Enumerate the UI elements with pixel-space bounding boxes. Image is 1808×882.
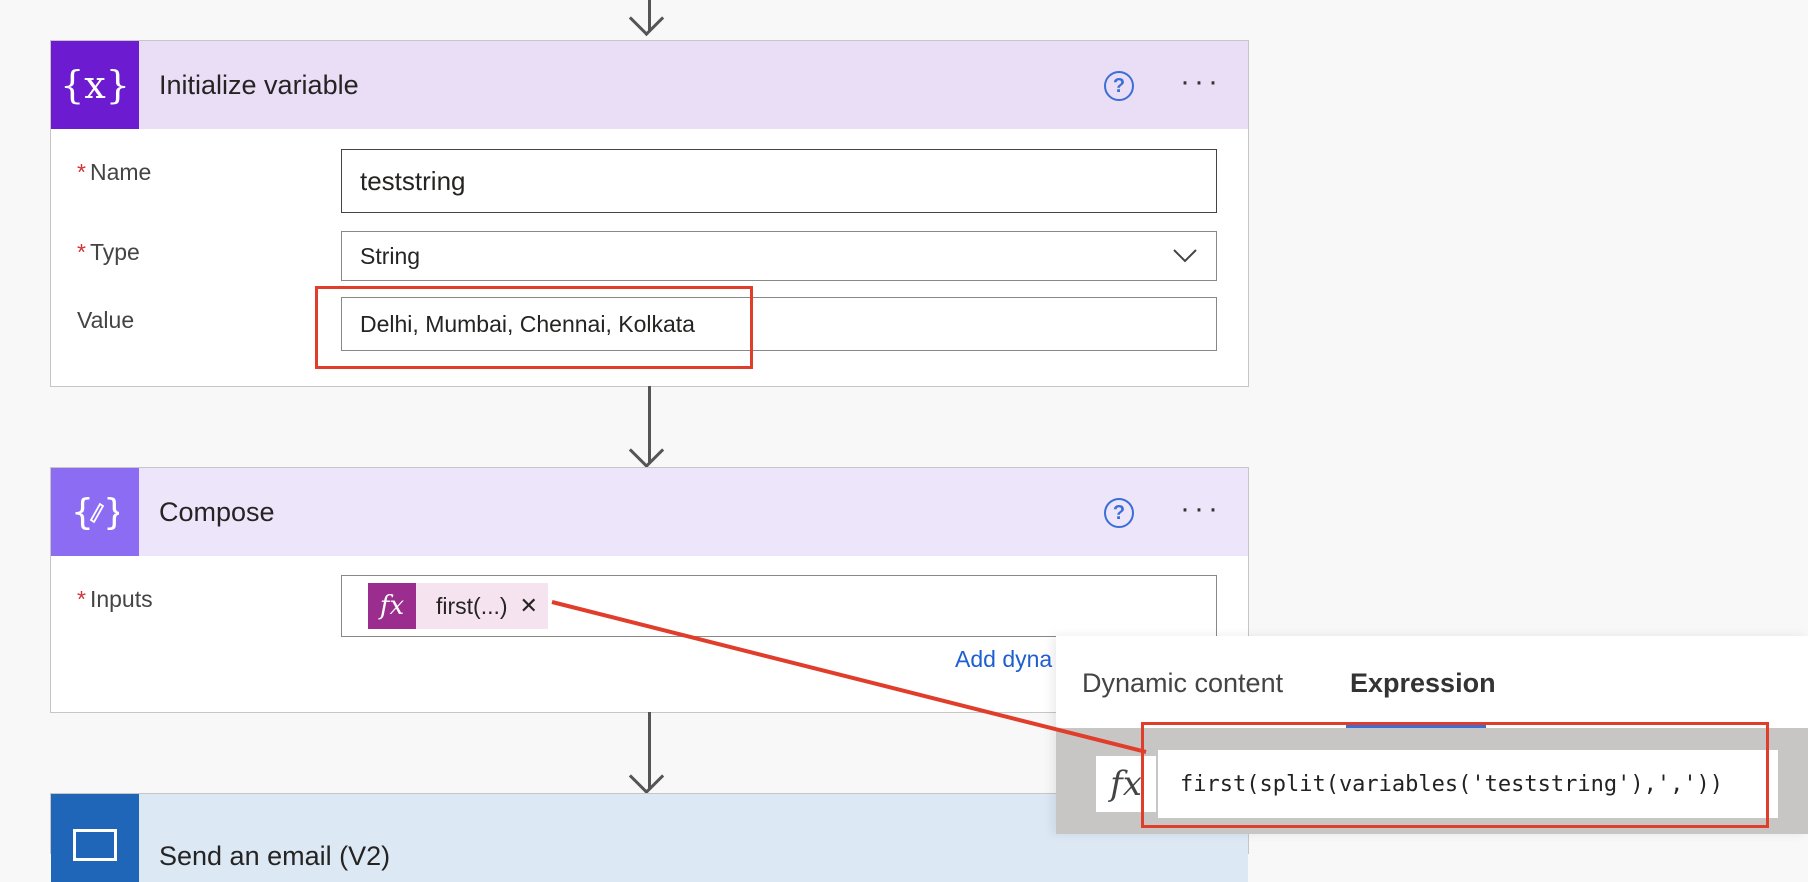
card-title: Send an email (V2) <box>159 841 390 872</box>
annotation-connector <box>0 0 1808 834</box>
